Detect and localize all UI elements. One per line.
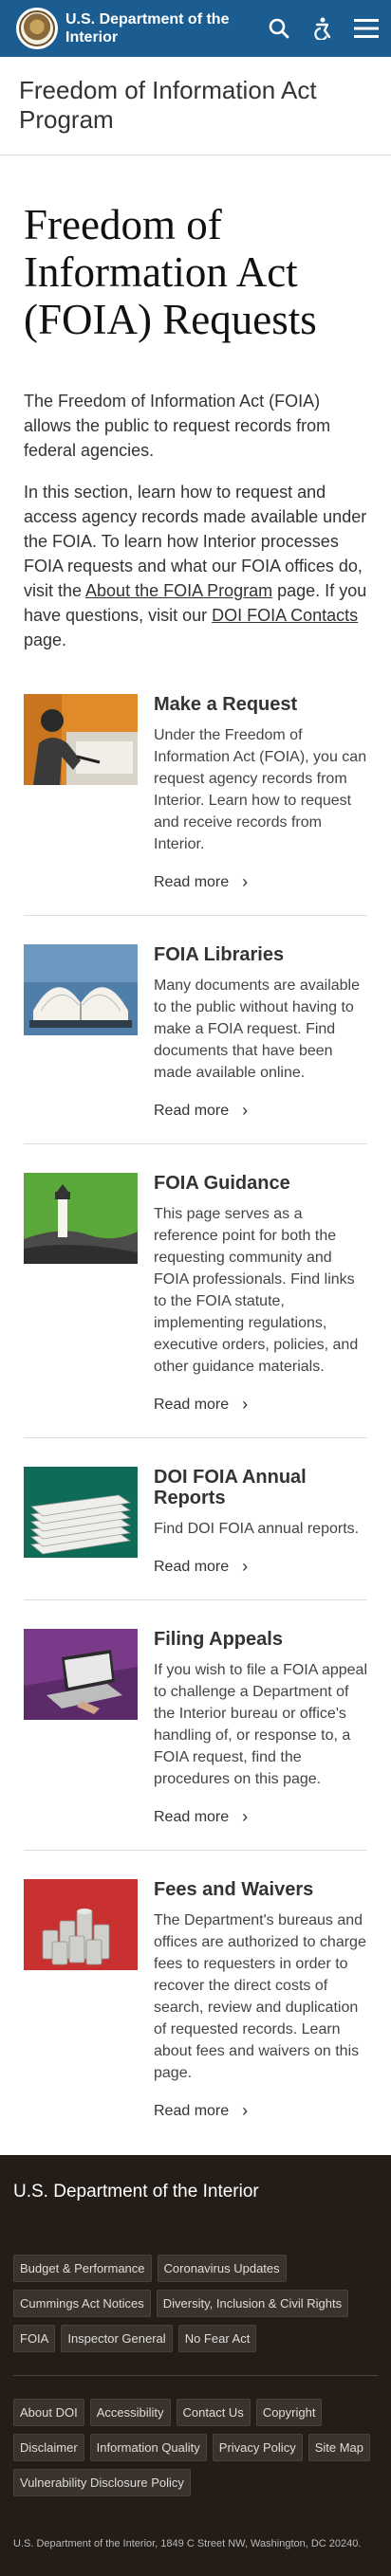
footer-link-copyright[interactable]: Copyright [255, 2399, 323, 2426]
footer-link-contact-us[interactable]: Contact Us [176, 2399, 251, 2426]
footer-link-disclaimer[interactable]: Disclaimer [13, 2434, 84, 2461]
footer-link-site-map[interactable]: Site Map [307, 2434, 371, 2461]
intro-paragraph-2: In this section, learn how to request an… [24, 480, 367, 652]
about-foia-program-link[interactable]: About the FOIA Program [85, 581, 272, 600]
card-description: This page serves as a reference point fo… [154, 1206, 359, 1375]
read-more-label: Read more [154, 1808, 230, 1825]
read-more-label: Read more [154, 1102, 230, 1119]
footer-link-vulnerability-disclosure[interactable]: Vulnerability Disclosure Policy [13, 2469, 191, 2496]
site-footer: U.S. Department of the Interior Budget &… [0, 2155, 391, 2576]
read-more-link[interactable]: Read more › [154, 1557, 248, 1577]
read-more-link[interactable]: Read more › [154, 1101, 248, 1121]
site-name[interactable]: U.S. Department of the Interior [65, 10, 246, 46]
read-more-label: Read more [154, 1396, 230, 1413]
read-more-link[interactable]: Read more › [154, 872, 248, 892]
card-fees-and-waivers: Fees and Waivers The Department's bureau… [24, 1851, 367, 2144]
card-make-a-request: Make a Request Under the Freedom of Info… [24, 683, 367, 916]
card-description: Find DOI FOIA annual reports. [154, 1521, 360, 1537]
card-foia-guidance: FOIA Guidance This page serves as a refe… [24, 1144, 367, 1438]
accessibility-icon[interactable] [309, 15, 336, 42]
card-image [24, 944, 138, 1035]
card-image [24, 1879, 138, 1970]
footer-divider [13, 2375, 378, 2376]
chevron-right-icon: › [242, 2101, 249, 2120]
card-body: Fees and Waivers The Department's bureau… [154, 1879, 367, 2121]
card-image [24, 1467, 138, 1558]
card-filing-appeals: Filing Appeals If you wish to file a FOI… [24, 1600, 367, 1851]
read-more-label: Read more [154, 2102, 230, 2119]
program-bar: Freedom of Information Act Program [0, 57, 391, 155]
hero: Freedom of Information Act (FOIA) Reques… [0, 155, 391, 652]
chevron-right-icon: › [242, 872, 249, 891]
card-description: If you wish to file a FOIA appeal to cha… [154, 1662, 368, 1787]
site-header: U.S. Department of the Interior [0, 0, 391, 57]
footer-link-budget-performance[interactable]: Budget & Performance [13, 2255, 152, 2282]
chevron-right-icon: › [242, 1395, 249, 1414]
program-title-link[interactable]: Freedom of Information Act Program [19, 76, 372, 135]
intro-text: page. [24, 630, 67, 649]
read-more-link[interactable]: Read more › [154, 2101, 248, 2121]
read-more-link[interactable]: Read more › [154, 1807, 248, 1827]
intro-paragraph-1: The Freedom of Information Act (FOIA) al… [24, 392, 331, 460]
card-body: DOI FOIA Annual Reports Find DOI FOIA an… [154, 1467, 367, 1577]
card-doi-foia-annual-reports: DOI FOIA Annual Reports Find DOI FOIA an… [24, 1438, 367, 1600]
card-description: The Department's bureaus and offices are… [154, 1912, 366, 2081]
card-description: Under the Freedom of Information Act (FO… [154, 727, 367, 852]
doi-seal-logo[interactable] [16, 8, 58, 49]
footer-link-about-doi[interactable]: About DOI [13, 2399, 84, 2426]
card-body: FOIA Guidance This page serves as a refe… [154, 1173, 367, 1415]
footer-link-cummings-act-notices[interactable]: Cummings Act Notices [13, 2290, 151, 2317]
footer-link-information-quality[interactable]: Information Quality [89, 2434, 207, 2461]
card-title[interactable]: FOIA Libraries [154, 944, 367, 965]
footer-link-inspector-general[interactable]: Inspector General [61, 2325, 173, 2352]
chevron-right-icon: › [242, 1101, 249, 1120]
read-more-label: Read more [154, 873, 230, 890]
footer-link-privacy-policy[interactable]: Privacy Policy [212, 2434, 303, 2461]
card-image [24, 694, 138, 785]
doi-foia-contacts-link[interactable]: DOI FOIA Contacts [212, 606, 358, 625]
footer-primary-links: Budget & Performance Coronavirus Updates… [13, 2255, 378, 2352]
card-title[interactable]: Make a Request [154, 694, 367, 715]
card-title[interactable]: Filing Appeals [154, 1629, 367, 1650]
card-title[interactable]: Fees and Waivers [154, 1879, 367, 1900]
card-description: Many documents are available to the publ… [154, 977, 361, 1081]
footer-link-coronavirus-updates[interactable]: Coronavirus Updates [157, 2255, 287, 2282]
chevron-right-icon: › [242, 1557, 249, 1576]
footer-secondary-links: About DOI Accessibility Contact Us Copyr… [13, 2399, 378, 2496]
footer-address: U.S. Department of the Interior, 1849 C … [13, 2538, 362, 2549]
header-actions [266, 15, 380, 42]
read-more-label: Read more [154, 1558, 230, 1575]
footer-link-foia[interactable]: FOIA [13, 2325, 56, 2352]
page-title: Freedom of Information Act (FOIA) Reques… [24, 201, 317, 343]
search-icon[interactable] [266, 15, 292, 42]
card-list: Make a Request Under the Freedom of Info… [0, 652, 391, 2144]
read-more-link[interactable]: Read more › [154, 1395, 248, 1415]
card-body: FOIA Libraries Many documents are availa… [154, 944, 367, 1121]
card-body: Make a Request Under the Freedom of Info… [154, 694, 367, 892]
footer-link-no-fear-act[interactable]: No Fear Act [177, 2325, 257, 2352]
card-image [24, 1173, 138, 1264]
card-title[interactable]: FOIA Guidance [154, 1173, 367, 1194]
bison-seal-icon [19, 10, 55, 46]
menu-icon[interactable] [353, 15, 380, 42]
footer-title: U.S. Department of the Interior [13, 2182, 259, 2201]
card-image [24, 1629, 138, 1720]
card-foia-libraries: FOIA Libraries Many documents are availa… [24, 916, 367, 1144]
intro: The Freedom of Information Act (FOIA) al… [24, 389, 367, 652]
chevron-right-icon: › [242, 1807, 249, 1826]
card-title[interactable]: DOI FOIA Annual Reports [154, 1467, 367, 1508]
card-body: Filing Appeals If you wish to file a FOI… [154, 1629, 367, 1827]
footer-link-accessibility[interactable]: Accessibility [89, 2399, 171, 2426]
footer-link-diversity-inclusion[interactable]: Diversity, Inclusion & Civil Rights [156, 2290, 349, 2317]
